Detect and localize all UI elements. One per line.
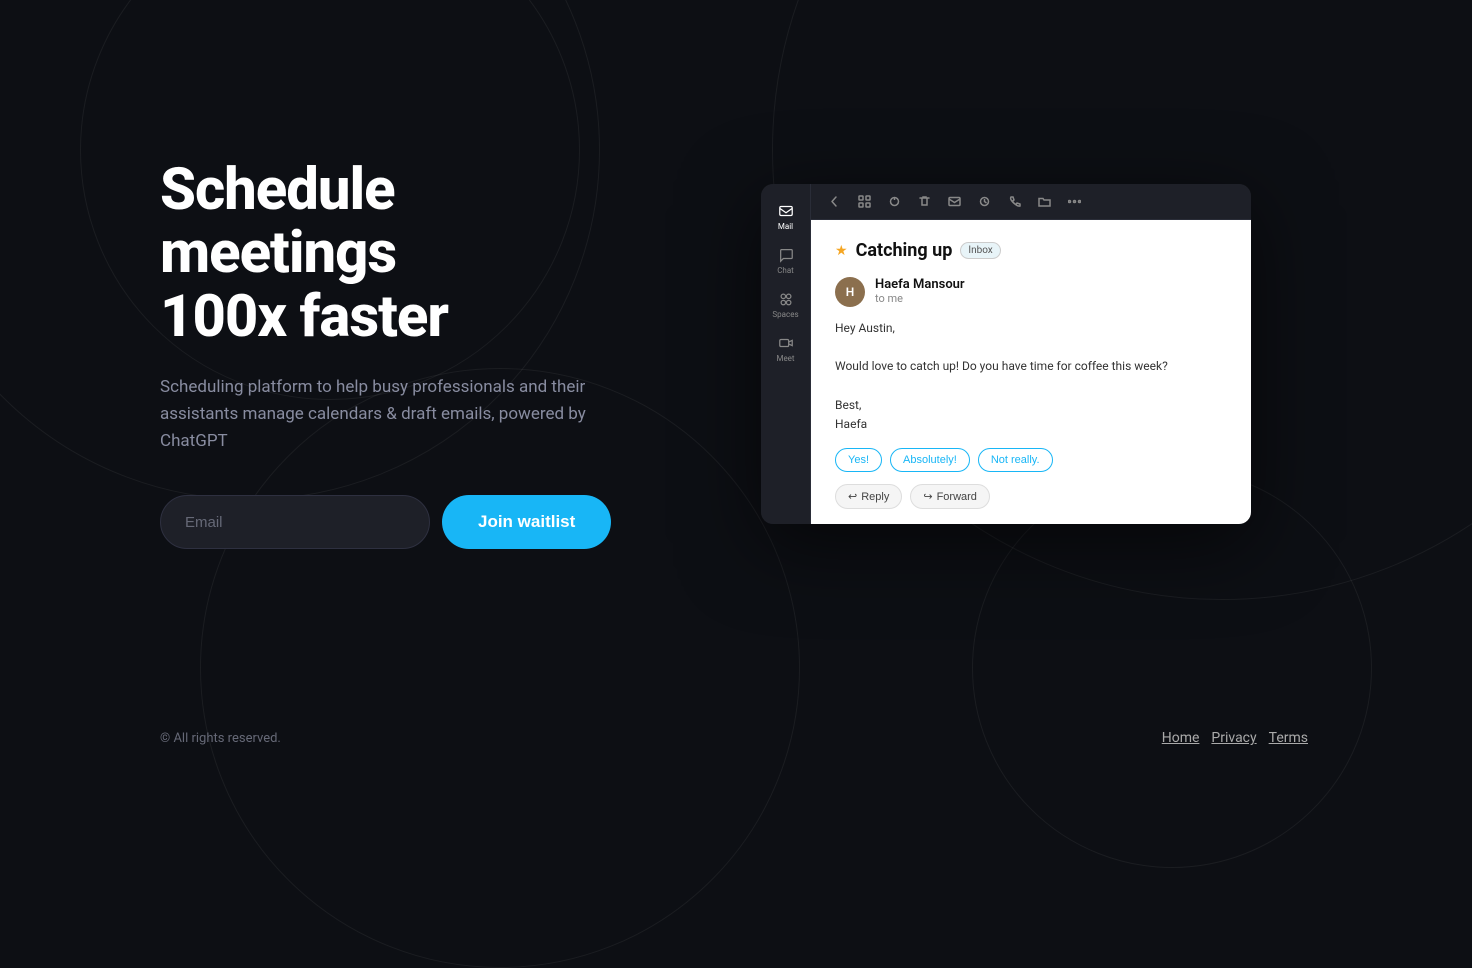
quick-reply-not-really[interactable]: Not really. [978, 448, 1053, 472]
app-toolbar [811, 184, 1251, 220]
hero-subtitle: Scheduling platform to help busy profess… [160, 374, 590, 456]
reply-button[interactable]: ↩ Reply [835, 484, 902, 509]
email-button[interactable] [943, 191, 965, 213]
left-section: Schedule meetings 100x faster Scheduling… [160, 159, 640, 550]
main-content: Schedule meetings 100x faster Scheduling… [0, 0, 1472, 708]
reply-icon: ↩ [848, 490, 857, 503]
snooze-button[interactable] [973, 191, 995, 213]
sidebar-mail-label: Mail [778, 222, 793, 231]
join-waitlist-button[interactable]: Join waitlist [442, 495, 611, 549]
app-mockup: Mail Chat [761, 184, 1251, 524]
sender-info: Haefa Mansour to me [875, 277, 1227, 305]
email-form: Join waitlist [160, 495, 640, 549]
sender-avatar: H [835, 277, 865, 307]
sender-to: to me [875, 292, 1227, 305]
forward-icon: ↪ [923, 490, 932, 503]
call-button[interactable] [1003, 191, 1025, 213]
chat-icon [777, 246, 795, 264]
right-section: Mail Chat [700, 184, 1312, 524]
meet-icon [777, 334, 795, 352]
forward-button[interactable]: ↪ Forward [910, 484, 990, 509]
footer-link-privacy[interactable]: Privacy [1207, 730, 1260, 746]
sidebar-chat-label: Chat [777, 266, 794, 275]
email-body-text: Hey Austin, Would love to catch up! Do y… [835, 319, 1227, 434]
delete-button[interactable] [913, 191, 935, 213]
app-email-main: ★ Catching up Inbox H Haefa Mansour to m… [811, 184, 1251, 524]
layout-button[interactable] [853, 191, 875, 213]
mail-icon [777, 202, 795, 220]
sidebar-item-mail[interactable]: Mail [766, 196, 806, 236]
email-subject-line: ★ Catching up Inbox [835, 240, 1227, 261]
email-sender-row: H Haefa Mansour to me [835, 277, 1227, 307]
folder-button[interactable] [1033, 191, 1055, 213]
power-button[interactable] [883, 191, 905, 213]
more-button[interactable] [1063, 191, 1085, 213]
sidebar-item-chat[interactable]: Chat [766, 240, 806, 280]
page-wrapper: Schedule meetings 100x faster Scheduling… [0, 0, 1472, 768]
footer-links: Home Privacy Terms [1158, 730, 1312, 746]
action-buttons: ↩ Reply ↪ Forward [835, 484, 1227, 509]
email-input[interactable] [160, 495, 430, 549]
footer-link-home[interactable]: Home [1158, 730, 1204, 746]
inbox-badge: Inbox [960, 242, 1000, 259]
quick-reply-yes[interactable]: Yes! [835, 448, 882, 472]
sidebar-item-spaces[interactable]: Spaces [766, 284, 806, 324]
star-icon: ★ [835, 243, 848, 259]
spaces-icon [777, 290, 795, 308]
quick-replies: Yes! Absolutely! Not really. [835, 448, 1227, 472]
footer-link-terms[interactable]: Terms [1265, 730, 1312, 746]
sidebar-item-meet[interactable]: Meet [766, 328, 806, 368]
app-sidebar: Mail Chat [761, 184, 811, 524]
footer: © All rights reserved. Home Privacy Term… [0, 708, 1472, 768]
back-button[interactable] [823, 191, 845, 213]
email-content-area: ★ Catching up Inbox H Haefa Mansour to m… [811, 220, 1251, 524]
footer-copyright: © All rights reserved. [160, 731, 281, 746]
quick-reply-absolutely[interactable]: Absolutely! [890, 448, 970, 472]
hero-title: Schedule meetings 100x faster [160, 159, 640, 350]
email-subject: Catching up [856, 240, 953, 261]
sender-name: Haefa Mansour [875, 277, 1227, 292]
sidebar-spaces-label: Spaces [772, 310, 798, 319]
sidebar-meet-label: Meet [776, 354, 794, 363]
